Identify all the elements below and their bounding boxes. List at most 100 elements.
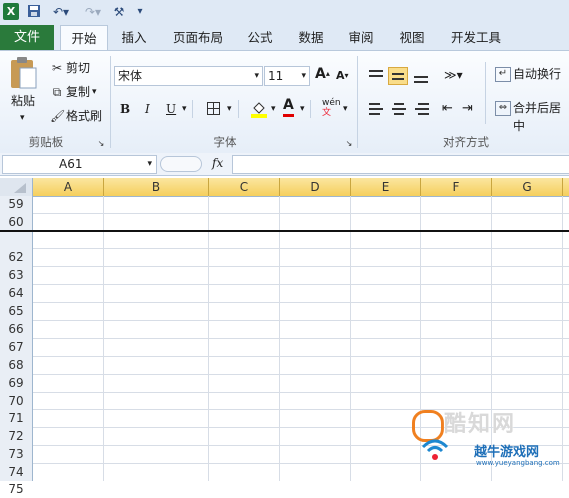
group-separator — [357, 56, 358, 148]
split-line — [33, 230, 569, 232]
align-bottom-icon[interactable] — [411, 67, 431, 85]
redo-icon[interactable]: ↷▾ — [80, 4, 106, 20]
format-painter-button[interactable]: 格式刷 — [66, 107, 102, 125]
align-middle-icon[interactable] — [388, 67, 408, 85]
orientation-icon[interactable]: ≫▾ — [444, 66, 463, 84]
column-header-A[interactable]: A — [33, 178, 104, 196]
row-header-73[interactable]: 73 — [0, 446, 32, 463]
increase-indent-icon[interactable]: ⇥ — [462, 100, 473, 118]
paste-button[interactable]: 粘贴 — [11, 92, 35, 110]
shrink-font-button[interactable]: A▾ — [336, 67, 349, 85]
tab-developer[interactable]: 开发工具 — [446, 25, 506, 50]
tab-review[interactable]: 审阅 — [343, 25, 379, 50]
tab-insert[interactable]: 插入 — [116, 25, 152, 50]
wrap-text-button[interactable]: 自动换行 — [513, 65, 561, 83]
fill-color-icon[interactable] — [250, 100, 268, 118]
align-right-icon[interactable] — [412, 100, 432, 118]
formula-input[interactable] — [232, 155, 569, 174]
row-header-62[interactable]: 62 — [0, 249, 32, 266]
row-header-72[interactable]: 72 — [0, 428, 32, 445]
name-box-value: A61 — [59, 157, 83, 171]
chevron-down-icon: ▾ — [301, 71, 306, 81]
gridline — [33, 356, 569, 357]
font-launcher-icon[interactable]: ↘ — [344, 136, 354, 152]
italic-button[interactable]: I — [145, 100, 150, 118]
font-color-button[interactable]: A — [283, 97, 294, 117]
phonetic-label: wén — [322, 98, 341, 108]
decrease-indent-icon[interactable]: ⇤ — [442, 100, 453, 118]
shrink-font-icon: A — [336, 69, 345, 82]
excel-logo-icon[interactable]: X — [3, 3, 19, 20]
row-header-71[interactable]: 71 — [0, 410, 32, 427]
align-left-icon[interactable] — [366, 100, 386, 118]
insert-function-button[interactable]: fx — [212, 155, 230, 172]
tab-page-layout[interactable]: 页面布局 — [168, 25, 228, 50]
column-header-E[interactable]: E — [351, 178, 421, 196]
group-separator — [110, 56, 111, 148]
cut-button[interactable]: 剪切 — [66, 59, 90, 77]
tab-view[interactable]: 视图 — [394, 25, 430, 50]
clipboard-group-label: 剪贴板 — [28, 135, 64, 149]
row-header-65[interactable]: 65 — [0, 303, 32, 320]
chevron-down-icon: ▾ — [147, 159, 152, 169]
row-header-75[interactable]: 75 — [0, 481, 32, 498]
paste-icon[interactable] — [8, 56, 38, 90]
align-center-icon[interactable] — [389, 100, 409, 118]
row-header-70[interactable]: 70 — [0, 393, 32, 410]
row-header-60[interactable]: 60 — [0, 214, 32, 231]
font-name-select[interactable]: 宋体 ▾ — [114, 66, 263, 86]
row-header-67[interactable]: 67 — [0, 339, 32, 356]
row-header-74[interactable]: 74 — [0, 464, 32, 481]
customize-icon[interactable]: ▾ — [134, 4, 146, 20]
name-box[interactable]: A61 ▾ — [2, 155, 157, 174]
gridline — [33, 284, 569, 285]
row-header-69[interactable]: 69 — [0, 375, 32, 392]
row-header-68[interactable]: 68 — [0, 357, 32, 374]
gridline — [33, 374, 569, 375]
tab-home[interactable]: 开始 — [60, 25, 108, 51]
row-header-64[interactable]: 64 — [0, 285, 32, 302]
paste-dropdown-icon[interactable]: ▾ — [20, 109, 25, 127]
watermark-text: 酷知网 — [444, 412, 517, 437]
chevron-down-icon: ▾ — [254, 71, 259, 81]
grow-font-icon: A — [315, 66, 326, 82]
row-header-59[interactable]: 59 — [0, 196, 32, 213]
fill-color-dropdown-icon[interactable]: ▾ — [271, 100, 276, 118]
divider — [310, 100, 311, 118]
bold-button[interactable]: B — [120, 100, 130, 118]
align-top-icon[interactable] — [366, 67, 386, 85]
copy-button[interactable]: 复制 — [66, 83, 90, 101]
tab-formulas[interactable]: 公式 — [242, 25, 278, 50]
clipboard-launcher-icon[interactable]: ↘ — [96, 136, 106, 152]
tab-file[interactable]: 文件 — [0, 25, 54, 50]
watermark-url: www.yueyangbang.com — [476, 459, 560, 467]
formula-bar-splitter[interactable] — [160, 156, 202, 172]
column-header-C[interactable]: C — [209, 178, 280, 196]
tools-icon[interactable]: ⚒ — [110, 4, 128, 20]
column-header-B[interactable]: B — [104, 178, 209, 196]
font-color-dropdown-icon[interactable]: ▾ — [300, 100, 305, 118]
column-header-D[interactable]: D — [280, 178, 351, 196]
underline-dropdown-icon[interactable]: ▾ — [182, 100, 187, 118]
row-header-63[interactable]: 63 — [0, 267, 32, 284]
underline-button[interactable]: U — [166, 100, 176, 118]
tab-data[interactable]: 数据 — [293, 25, 329, 50]
borders-icon[interactable] — [207, 102, 220, 115]
merge-center-button[interactable]: 合并后居中 — [513, 99, 569, 135]
undo-icon[interactable]: ↶▾ — [48, 4, 74, 20]
column-header-H[interactable] — [563, 178, 569, 196]
column-header-G[interactable]: G — [492, 178, 563, 196]
font-size-select[interactable]: 11 ▾ — [264, 66, 310, 86]
column-header-F[interactable]: F — [421, 178, 492, 196]
row-header-66[interactable]: 66 — [0, 321, 32, 338]
borders-dropdown-icon[interactable]: ▾ — [227, 100, 232, 118]
gridline — [33, 302, 569, 303]
grow-font-button[interactable]: A▴ — [315, 65, 330, 83]
phonetic-dropdown-icon[interactable]: ▾ — [343, 100, 348, 118]
quick-access-toolbar: X ↶▾ ↷▾ ⚒ ▾ — [0, 0, 569, 25]
phonetic-button[interactable]: wén 文 — [322, 98, 341, 118]
save-icon[interactable] — [26, 4, 42, 20]
merge-center-icon: ⇔ — [495, 101, 511, 116]
split-line — [0, 230, 33, 232]
copy-dropdown-icon[interactable]: ▾ — [92, 83, 97, 101]
